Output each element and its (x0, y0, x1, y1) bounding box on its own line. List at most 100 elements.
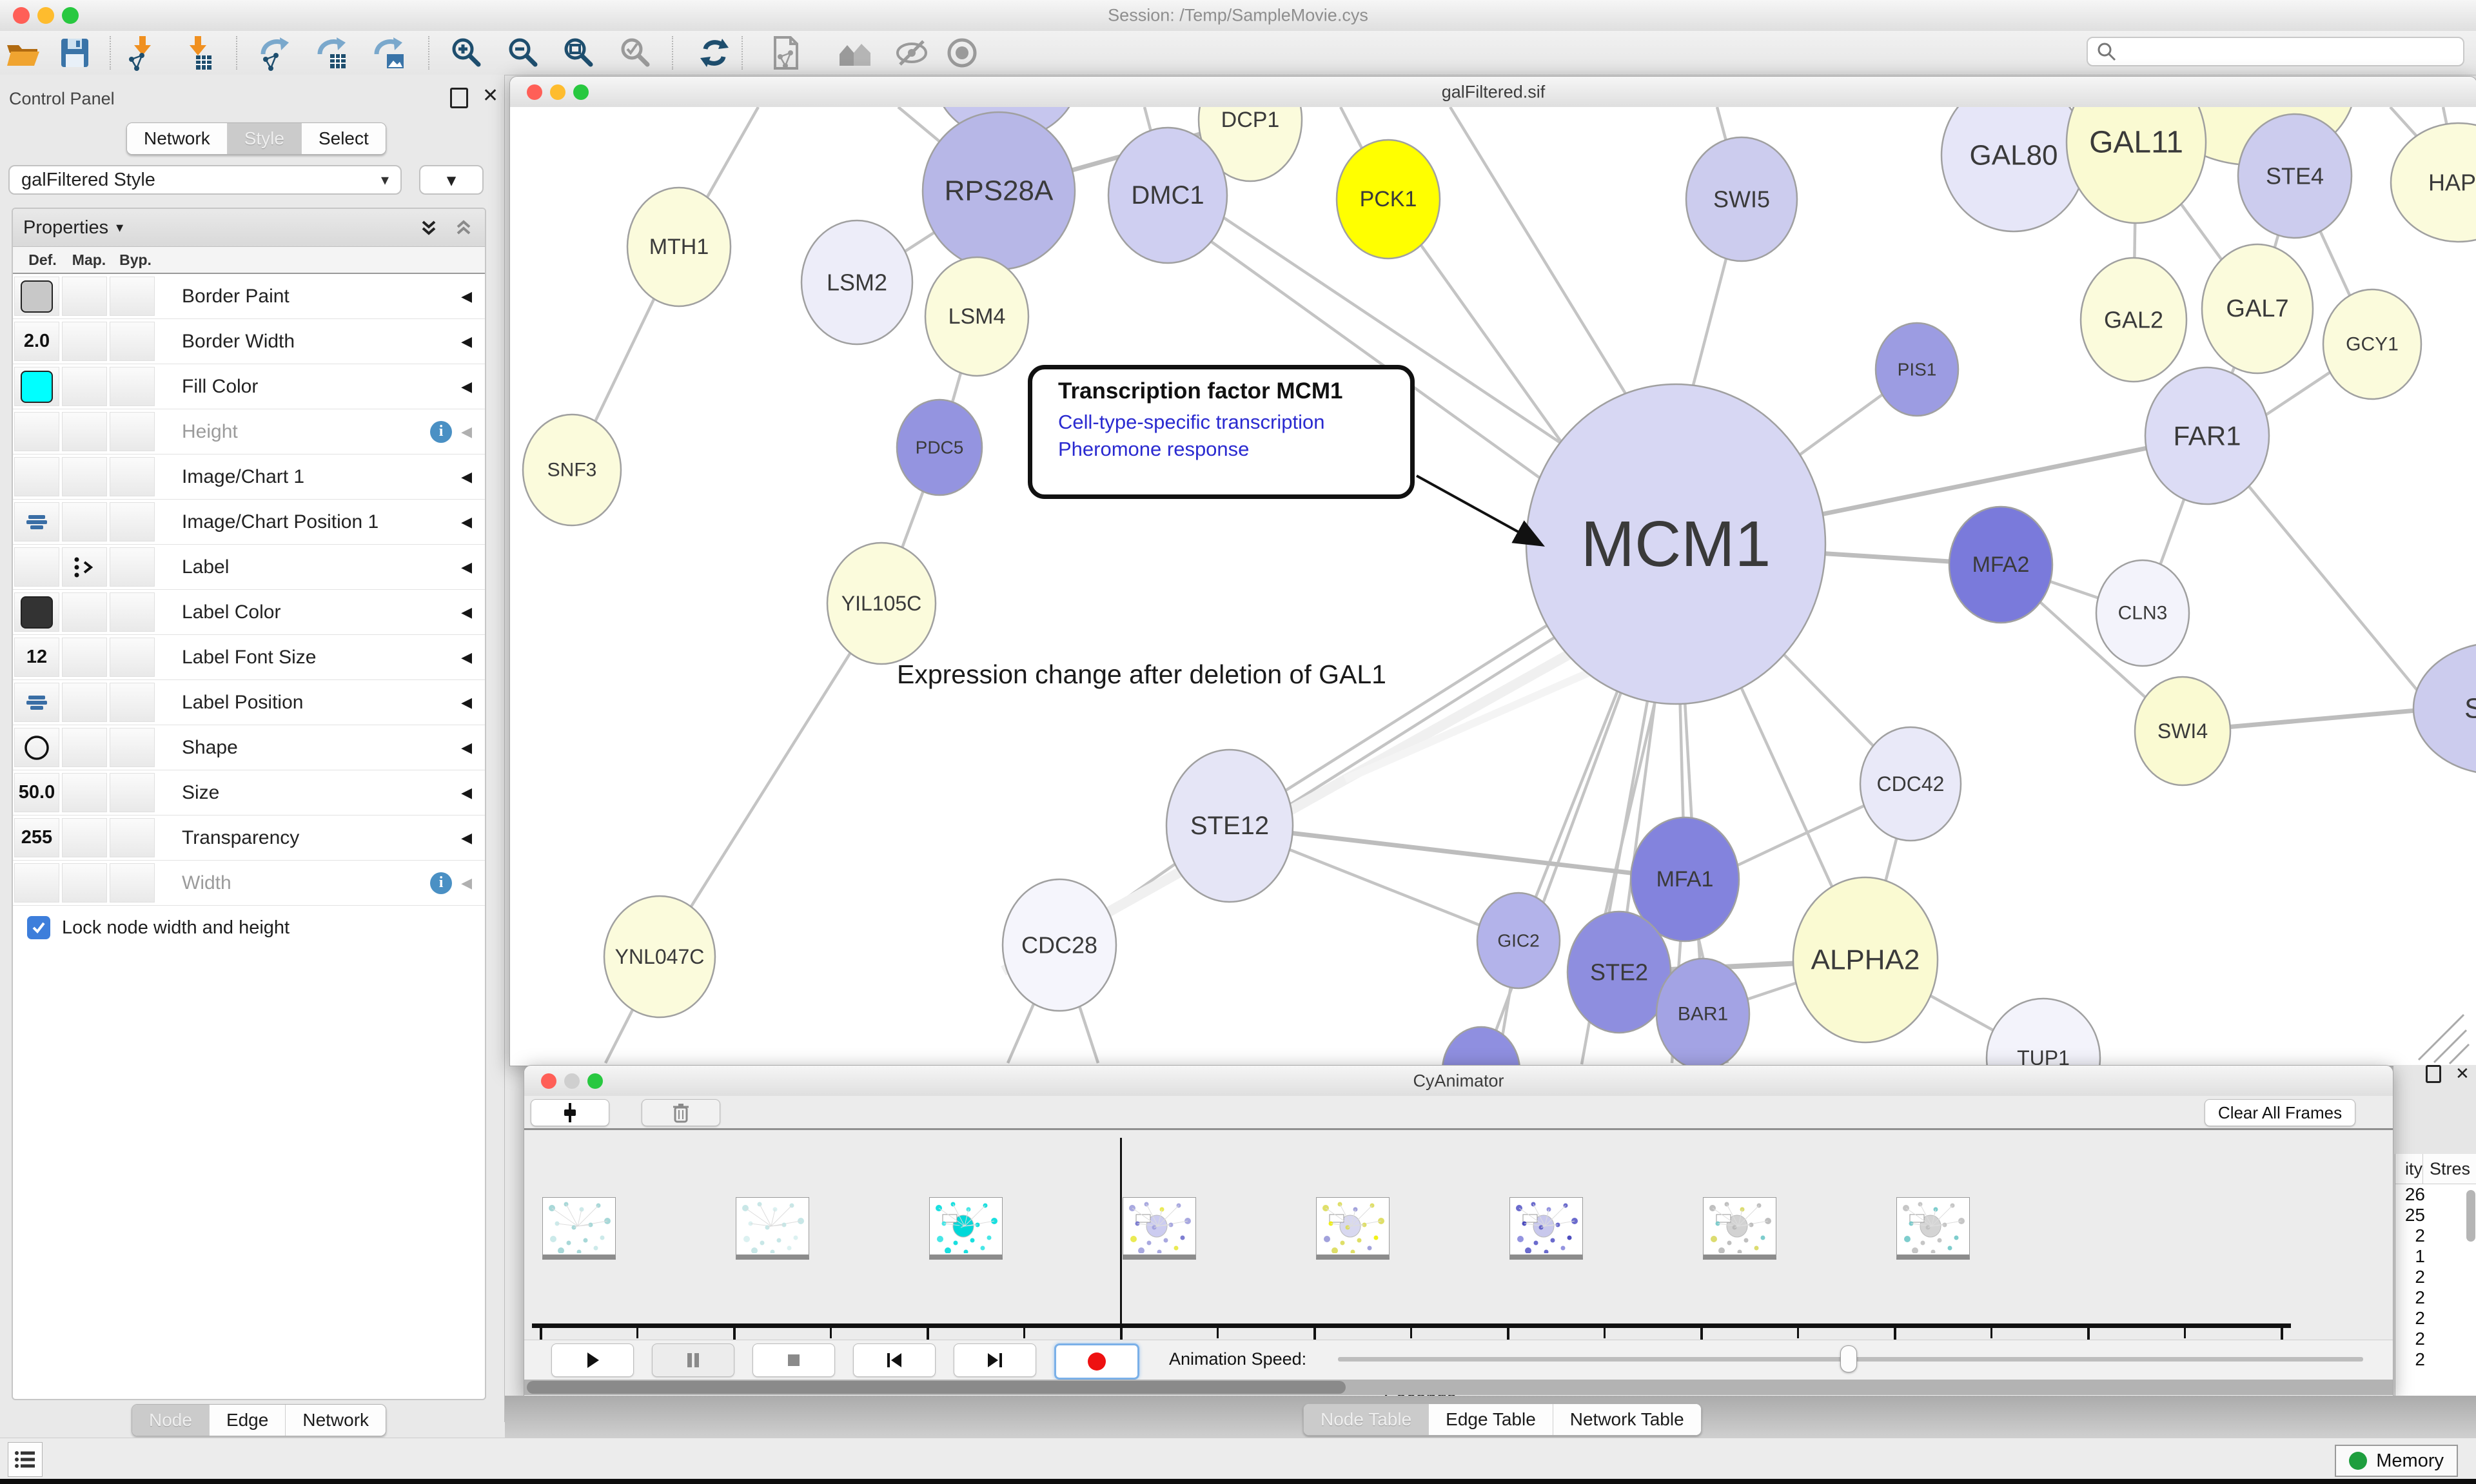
property-row-label-color[interactable]: Label Color◀ (13, 590, 485, 635)
clear-all-frames-button[interactable]: Clear All Frames (2205, 1099, 2355, 1126)
network-node-GCY1[interactable]: GCY1 (2323, 289, 2421, 399)
network-node-LSM4[interactable]: LSM4 (925, 257, 1028, 376)
network-node-STE12[interactable]: STE12 (1166, 750, 1293, 902)
pause-button[interactable] (652, 1343, 734, 1377)
mapping-cell[interactable] (62, 728, 107, 767)
timeline-frame-1[interactable] (736, 1197, 809, 1260)
property-row-transparency[interactable]: 255Transparency◀ (13, 815, 485, 861)
mapping-cell[interactable] (62, 683, 107, 722)
network-node-STE4[interactable]: STE4 (2238, 114, 2352, 238)
bypass-cell[interactable] (110, 322, 155, 361)
bypass-cell[interactable] (110, 277, 155, 316)
close-panel-icon[interactable]: ✕ (2455, 1065, 2470, 1083)
play-button[interactable] (551, 1343, 634, 1377)
default-value-cell[interactable] (14, 412, 59, 451)
timeline-frame-3[interactable] (1123, 1197, 1196, 1260)
table-cell[interactable]: 2 (2395, 1349, 2429, 1370)
frame-timeline[interactable]: 0123456789Seconds (524, 1130, 2393, 1340)
expand-row-icon[interactable]: ◀ (461, 649, 472, 666)
default-value-cell[interactable] (14, 728, 59, 767)
network-node-RPS28A[interactable]: RPS28A (923, 112, 1075, 269)
panel-tab-network[interactable]: Network (285, 1405, 386, 1436)
network-node-BAR1[interactable]: BAR1 (1656, 959, 1749, 1066)
memory-button[interactable]: Memory (2335, 1445, 2458, 1477)
network-node-GAL80[interactable]: GAL80 (1941, 107, 2086, 231)
table-cell[interactable]: 2 (2395, 1287, 2429, 1308)
table-cell[interactable]: 2 (2395, 1308, 2429, 1329)
open-session-icon[interactable] (5, 35, 41, 71)
annotation-link[interactable]: Pheromone response (1058, 438, 1410, 461)
table-tab-edge-table[interactable]: Edge Table (1428, 1404, 1553, 1435)
network-node-GIC2[interactable]: GIC2 (1477, 893, 1560, 988)
search-input[interactable] (2117, 41, 2463, 63)
table-column-header[interactable]: ity (2395, 1154, 2422, 1184)
network-node-MTH1[interactable]: MTH1 (627, 188, 731, 306)
expand-row-icon[interactable]: ◀ (461, 469, 472, 485)
default-value-cell[interactable]: 2.0 (14, 322, 59, 361)
property-row-label[interactable]: Label◀ (13, 545, 485, 590)
mapping-cell[interactable] (62, 457, 107, 496)
network-node-PCK1[interactable]: PCK1 (1337, 140, 1440, 259)
style-options-button[interactable]: ▾ (419, 165, 484, 195)
zoom-selected-icon[interactable] (618, 35, 654, 71)
panel-tab-edge[interactable]: Edge (209, 1405, 285, 1436)
timeline-scrollbar[interactable] (524, 1380, 2393, 1395)
property-row-label-position[interactable]: Label Position◀ (13, 680, 485, 725)
panel-tab-node[interactable]: Node (132, 1405, 209, 1436)
expand-row-icon[interactable]: ◀ (461, 424, 472, 440)
network-node-YIL105C[interactable]: YIL105C (827, 543, 936, 664)
network-node-PDC5[interactable]: PDC5 (897, 400, 982, 495)
network-node-ALPHA2[interactable]: ALPHA2 (1793, 877, 1938, 1042)
show-panels-button[interactable] (8, 1442, 43, 1477)
style-selector[interactable]: galFiltered Style ▾ (8, 165, 402, 195)
bypass-cell[interactable] (110, 592, 155, 632)
skip-to-start-button[interactable] (853, 1343, 936, 1377)
annotation-box[interactable]: Transcription factor MCM1 Cell-type-spec… (1028, 365, 1415, 499)
delete-frame-button[interactable] (642, 1099, 720, 1126)
table-cell[interactable]: 1 (2395, 1246, 2429, 1267)
table-cell[interactable]: 26 (2395, 1184, 2429, 1205)
table-column-header[interactable]: Stres (2422, 1154, 2476, 1184)
network-node-cutpurple[interactable] (1442, 1027, 1520, 1066)
expand-row-icon[interactable]: ◀ (461, 694, 472, 711)
network-node-DMC1[interactable]: DMC1 (1108, 128, 1227, 263)
mapping-cell[interactable] (62, 367, 107, 406)
default-value-cell[interactable] (14, 277, 59, 316)
table-cell[interactable]: 2 (2395, 1225, 2429, 1246)
bypass-cell[interactable] (110, 818, 155, 857)
tab-select[interactable]: Select (301, 123, 386, 154)
save-session-icon[interactable] (57, 35, 93, 71)
table-cell[interactable]: 25 (2395, 1205, 2429, 1225)
default-value-cell[interactable] (14, 367, 59, 406)
table-cell[interactable]: 2 (2395, 1267, 2429, 1287)
stop-button[interactable] (752, 1343, 835, 1377)
network-node-GAL7[interactable]: GAL7 (2202, 244, 2313, 373)
expand-row-icon[interactable]: ◀ (461, 378, 472, 395)
default-value-cell[interactable]: 255 (14, 818, 59, 857)
expand-row-icon[interactable]: ◀ (461, 559, 472, 576)
network-node-SWI4[interactable]: SWI4 (2135, 677, 2230, 785)
property-row-border-width[interactable]: 2.0Border Width◀ (13, 319, 485, 364)
network-node-GAL11[interactable]: GAL11 (2067, 107, 2206, 223)
table-tab-network-table[interactable]: Network Table (1553, 1404, 1701, 1435)
import-table-icon[interactable] (179, 35, 215, 71)
expand-row-icon[interactable]: ◀ (461, 830, 472, 846)
network-node-CDC28[interactable]: CDC28 (1003, 879, 1116, 1011)
timeline-frame-5[interactable] (1509, 1197, 1583, 1260)
mapping-cell[interactable] (62, 322, 107, 361)
bypass-cell[interactable] (110, 502, 155, 542)
refresh-icon[interactable] (696, 35, 732, 71)
import-network-icon[interactable] (124, 35, 160, 71)
default-value-cell[interactable] (14, 683, 59, 722)
tab-network[interactable]: Network (127, 123, 227, 154)
mapping-cell[interactable] (62, 773, 107, 812)
default-value-cell[interactable]: 50.0 (14, 773, 59, 812)
network-canvas[interactable]: GAL80GAL11STE4HAP2RPS28BDCP1RPS28ADMC1PC… (510, 107, 2476, 1066)
property-row-height[interactable]: Heighti◀ (13, 409, 485, 454)
network-node-STE2[interactable]: STE2 (1567, 912, 1671, 1033)
network-node-MFA2[interactable]: MFA2 (1949, 507, 2052, 623)
float-panel-icon[interactable] (2426, 1065, 2441, 1083)
skip-to-end-button[interactable] (954, 1343, 1036, 1377)
lock-node-size-row[interactable]: Lock node width and height (13, 906, 485, 939)
animation-speed-slider-handle[interactable] (1840, 1345, 1857, 1372)
